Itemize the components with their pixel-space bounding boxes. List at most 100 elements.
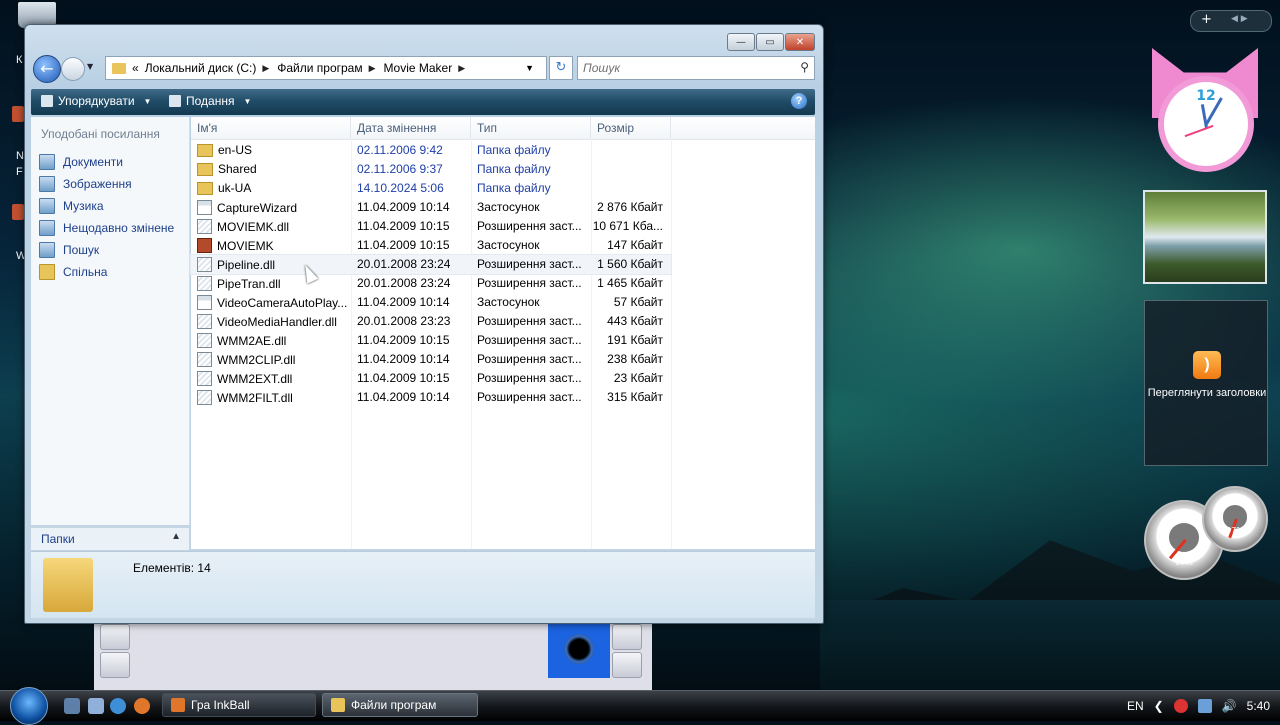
file-name-cell: WMM2AE.dll (197, 333, 347, 348)
breadcrumb-chevron-icon[interactable]: ▶ (458, 63, 465, 74)
close-button[interactable]: ✕ (785, 33, 815, 51)
folders-toggle[interactable]: Папки ▲ (31, 527, 189, 550)
explorer-window[interactable]: — ▭ ✕ ← ▼ « Локальний диск (C:) ▶ Файли … (24, 24, 824, 624)
search-icon[interactable]: ⚲ (800, 60, 809, 74)
breadcrumb-movie-maker[interactable]: Movie Maker (384, 61, 453, 75)
task-explorer[interactable]: Файли програм (322, 693, 478, 717)
file-type: Розширення заст... (477, 352, 582, 366)
show-desktop-icon[interactable] (64, 698, 80, 714)
file-row[interactable]: WMM2FILT.dll 11.04.2009 10:14 Розширення з… (191, 388, 671, 407)
add-gadget-button[interactable]: + (1201, 12, 1212, 27)
file-type: Розширення заст... (477, 371, 582, 385)
file-size: 10 671 Кба... (592, 219, 663, 233)
column-header-date[interactable]: Дата змінення (351, 117, 471, 139)
file-size: 443 Кбайт (607, 314, 663, 328)
firefox-icon[interactable] (134, 698, 150, 714)
file-row[interactable]: WMM2AE.dll 11.04.2009 10:15 Розширення зас… (191, 331, 671, 350)
address-bar[interactable]: « Локальний диск (C:) ▶ Файли програм ▶ … (105, 56, 547, 80)
refresh-button[interactable]: ↻ (549, 56, 573, 80)
clock-time[interactable]: 5:40 (1247, 699, 1270, 713)
file-date: 11.04.2009 10:14 (357, 295, 450, 309)
security-alert-icon[interactable] (1173, 699, 1188, 713)
file-type: Застосунок (477, 200, 540, 214)
gadget-nav-arrows[interactable]: ◀ ▶ (1231, 14, 1248, 24)
file-row[interactable]: uk-UA 14.10.2024 5:06 Папка файлу (191, 179, 671, 198)
file-name-cell: WMM2CLIP.dll (197, 352, 347, 367)
favorite-pictures[interactable]: Зображення (39, 173, 174, 195)
favorite-label: Нещодавно змінене (63, 221, 175, 235)
start-button[interactable] (10, 687, 48, 725)
navigation-pane: Уподобані посилання Документи Зображення… (31, 117, 190, 525)
slideshow-gadget[interactable] (1143, 190, 1267, 284)
file-row[interactable]: CaptureWizard 11.04.2009 10:14 Застосунок 2… (191, 198, 671, 217)
sidebar-controls[interactable]: + ◀ ▶ (1190, 10, 1272, 32)
favorite-music[interactable]: Музика (39, 195, 174, 217)
file-date: 11.04.2009 10:15 (357, 238, 450, 252)
volume-icon[interactable]: 🔊 (1222, 699, 1237, 713)
favorite-documents[interactable]: Документи (39, 151, 174, 173)
address-dropdown-icon[interactable]: ▼ (525, 63, 534, 73)
file-date: 11.04.2009 10:14 (357, 352, 450, 366)
file-name: WMM2CLIP.dll (217, 352, 296, 367)
file-name-cell: en-US (197, 143, 347, 157)
favorite-label: Документи (63, 155, 123, 169)
system-tray: EN ❮ 🔊 5:40 (1127, 691, 1270, 721)
help-icon[interactable]: ? (791, 93, 807, 109)
dll-file-icon (197, 333, 212, 348)
search-input[interactable]: Пошук ⚲ (577, 56, 815, 80)
breadcrumb-program-files[interactable]: Файли програм (277, 61, 362, 75)
views-button[interactable]: Подання ▼ (169, 94, 251, 108)
dll-file-icon (197, 219, 212, 234)
internet-explorer-icon[interactable] (110, 698, 126, 714)
command-bar: Упорядкувати ▼ Подання ▼ ? (31, 89, 815, 115)
feeds-gadget[interactable]: ) Переглянути заголовки (1144, 300, 1268, 466)
file-row[interactable]: MOVIEMK 11.04.2009 10:15 Застосунок 147 Кба… (191, 236, 671, 255)
file-row[interactable]: VideoCameraAutoPlay... 11.04.2009 10:14 За… (191, 293, 671, 312)
feeds-label[interactable]: Переглянути заголовки (1145, 387, 1269, 399)
file-row[interactable]: Pipeline.dll 20.01.2008 23:24 Розширення з… (190, 254, 672, 275)
breadcrumb-chevron-icon[interactable]: ▶ (369, 63, 376, 74)
column-header-type[interactable]: Тип (471, 117, 591, 139)
memory-meter-gadget[interactable]: 37% (1202, 486, 1268, 552)
desktop-icon-label: К (16, 54, 23, 66)
file-row[interactable]: WMM2EXT.dll 11.04.2009 10:15 Розширення за… (191, 369, 671, 388)
history-dropdown-icon[interactable]: ▼ (87, 62, 93, 71)
favorite-searches[interactable]: Пошук (39, 239, 174, 261)
network-icon[interactable] (1197, 699, 1212, 713)
column-divider (671, 139, 672, 549)
favorite-recent[interactable]: Нещодавно змінене (39, 217, 174, 239)
organize-button[interactable]: Упорядкувати ▼ (41, 94, 151, 108)
task-inkball[interactable]: Гра InkBall (162, 693, 316, 717)
inkball-tile (100, 624, 130, 650)
folder-icon (112, 62, 126, 74)
clock-gadget[interactable]: 12 (1146, 48, 1264, 178)
file-row[interactable]: PipeTran.dll 20.01.2008 23:24 Розширення з… (191, 274, 671, 293)
file-row[interactable]: MOVIEMK.dll 11.04.2009 10:15 Розширення за… (191, 217, 671, 236)
desktop-app-icon[interactable] (12, 106, 24, 122)
back-button[interactable]: ← (33, 55, 61, 83)
breadcrumb-chevron-icon[interactable]: ▶ (262, 63, 269, 74)
file-row[interactable]: WMM2CLIP.dll 11.04.2009 10:14 Розширення з… (191, 350, 671, 369)
breadcrumb-local-disk[interactable]: Локальний диск (C:) (145, 61, 257, 75)
inkball-tile (100, 652, 130, 678)
forward-button[interactable] (61, 57, 85, 81)
desktop-icon-label: N (16, 150, 24, 162)
minimize-button[interactable]: — (727, 33, 755, 51)
language-indicator[interactable]: EN (1127, 699, 1144, 713)
switch-windows-icon[interactable] (88, 698, 104, 714)
maximize-button[interactable]: ▭ (756, 33, 784, 51)
file-type: Застосунок (477, 238, 540, 252)
search-placeholder: Пошук (583, 61, 620, 75)
address-overflow[interactable]: « (132, 61, 139, 75)
column-header-size[interactable]: Розмір (591, 117, 671, 139)
favorite-public[interactable]: Спільна (39, 261, 174, 283)
organize-icon (41, 95, 53, 107)
tray-expand-icon[interactable]: ❮ (1154, 699, 1164, 713)
file-name-cell: MOVIEMK (197, 238, 347, 253)
column-header-name[interactable]: Ім'я (191, 117, 351, 139)
file-type: Папка файлу (477, 162, 551, 176)
file-row[interactable]: en-US 02.11.2006 9:42 Папка файлу (191, 141, 671, 160)
file-row[interactable]: VideoMediaHandler.dll 20.01.2008 23:23 Роз… (191, 312, 671, 331)
desktop-app-icon[interactable] (12, 204, 24, 220)
file-row[interactable]: Shared 02.11.2006 9:37 Папка файлу (191, 160, 671, 179)
